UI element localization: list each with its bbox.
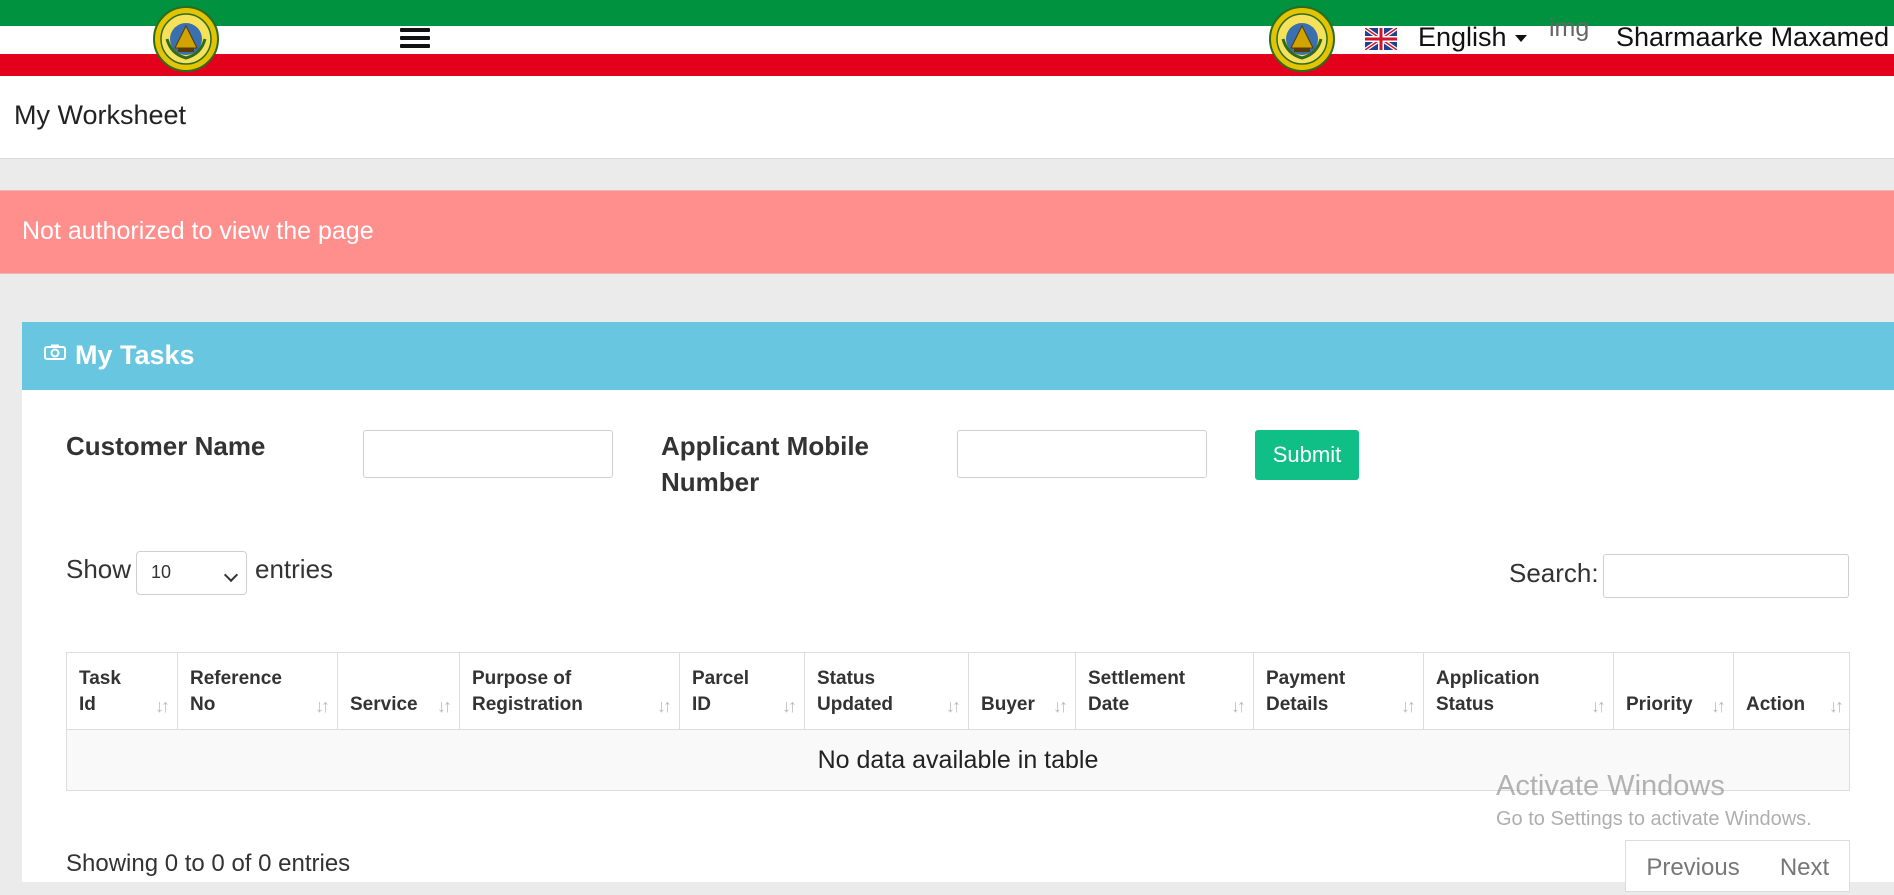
chevron-down-icon: [223, 567, 239, 583]
column-header-label: Parcel ID: [692, 666, 749, 718]
search-label: Search:: [1509, 558, 1599, 588]
page-title: My Worksheet: [14, 100, 187, 130]
panel-title: My Tasks: [75, 340, 195, 370]
table-header-row: Task Id ↓↑ Reference No ↓↑ Service ↓↑ Purpose of…: [67, 653, 1849, 730]
sort-icon[interactable]: ↓↑: [1401, 696, 1416, 717]
flag-stripe-green: [0, 0, 1894, 26]
table-info: Showing 0 to 0 of 0 entries: [66, 850, 351, 877]
column-header-task-id[interactable]: Task Id ↓↑: [67, 653, 178, 729]
sort-icon[interactable]: ↓↑: [1591, 696, 1606, 717]
column-header-label: Buyer: [981, 666, 1035, 718]
emblem-icon[interactable]: [153, 6, 219, 72]
sort-icon[interactable]: ↓↑: [155, 696, 170, 717]
column-header-label-line1: Parcel: [692, 668, 750, 689]
column-header-label-line2: Service: [350, 694, 418, 715]
column-header-label: Application Status: [1436, 666, 1539, 718]
uk-flag-icon[interactable]: [1365, 28, 1397, 50]
chevron-down-icon: [1514, 35, 1527, 43]
column-header-label: Reference No: [190, 666, 282, 718]
column-header-label: Payment Details: [1266, 666, 1345, 718]
customer-name-input[interactable]: [363, 430, 613, 478]
column-header-label: Status Updated: [817, 666, 893, 718]
column-header-label: Purpose of Registration: [472, 666, 583, 718]
applicant-mobile-input[interactable]: [957, 430, 1207, 478]
sort-icon[interactable]: ↓↑: [1829, 696, 1844, 717]
column-header-priority[interactable]: Priority ↓↑: [1614, 653, 1734, 729]
column-header-label-line2: Date: [1088, 694, 1130, 715]
column-header-label: Settlement Date: [1088, 666, 1185, 718]
activate-windows-title: Activate Windows: [1496, 770, 1725, 802]
column-header-label-line2: No: [190, 694, 216, 715]
submit-button[interactable]: Submit: [1255, 430, 1359, 480]
column-header-label-line1: Payment: [1266, 668, 1346, 689]
column-header-settlement-date[interactable]: Settlement Date ↓↑: [1076, 653, 1254, 729]
column-header-label: Action: [1746, 666, 1805, 718]
entries-label: entries: [255, 554, 334, 584]
sort-icon[interactable]: ↓↑: [1053, 696, 1068, 717]
column-header-label-line1: Task: [79, 668, 121, 689]
column-header-label-line1: Purpose of: [472, 668, 572, 689]
applicant-mobile-label: Applicant Mobile Number: [661, 428, 869, 500]
column-header-service[interactable]: Service ↓↑: [338, 653, 460, 729]
column-header-label-line1: Status: [817, 668, 876, 689]
column-header-action[interactable]: Action ↓↑: [1734, 653, 1851, 729]
column-header-buyer[interactable]: Buyer ↓↑: [969, 653, 1076, 729]
column-header-label-line2: ID: [692, 694, 711, 715]
hamburger-menu-icon[interactable]: [400, 28, 430, 50]
column-header-label-line2: Priority: [1626, 694, 1693, 715]
show-label: Show: [66, 554, 132, 584]
column-header-label: Task Id: [79, 666, 121, 718]
column-header-label-line2: Buyer: [981, 694, 1035, 715]
sort-icon[interactable]: ↓↑: [437, 696, 452, 717]
column-header-reference-no[interactable]: Reference No ↓↑: [178, 653, 338, 729]
user-menu-dropdown[interactable]: Sharmaarke Maxamed: [1616, 22, 1894, 53]
column-header-label: Priority: [1626, 666, 1693, 718]
top-navbar: English img Sharmaarke Maxamed: [0, 0, 1894, 76]
applicant-mobile-label-line2: Number: [661, 467, 760, 497]
page-size-select[interactable]: 10: [136, 551, 247, 595]
column-header-label-line2: Details: [1266, 694, 1329, 715]
column-header-label-line2: Id: [79, 694, 96, 715]
sort-icon[interactable]: ↓↑: [1231, 696, 1246, 717]
column-header-label-line1: Application: [1436, 668, 1540, 689]
username-label: Sharmaarke Maxamed: [1616, 22, 1890, 52]
camera-icon: [44, 344, 66, 360]
alert-message: Not authorized to view the page: [22, 217, 374, 245]
search-input[interactable]: [1603, 554, 1849, 598]
column-header-application-status[interactable]: Application Status ↓↑: [1424, 653, 1614, 729]
flag-stripe-white: [0, 26, 1894, 54]
activate-windows-subtitle: Go to Settings to activate Windows.: [1496, 808, 1812, 830]
page-header: My Worksheet: [0, 76, 1894, 159]
sort-icon[interactable]: ↓↑: [315, 696, 330, 717]
page-size-value: 10: [151, 562, 172, 582]
panel-header: My Tasks: [22, 322, 1894, 390]
broken-image-placeholder: img: [1549, 14, 1590, 42]
sort-icon[interactable]: ↓↑: [657, 696, 672, 717]
next-page-button[interactable]: Next: [1760, 840, 1850, 892]
column-header-payment-details[interactable]: Payment Details ↓↑: [1254, 653, 1424, 729]
previous-page-button[interactable]: Previous: [1625, 840, 1761, 892]
column-header-label-line2: Status: [1436, 694, 1495, 715]
column-header-label-line2: Action: [1746, 694, 1806, 715]
column-header-label-line1: Reference: [190, 668, 282, 689]
customer-name-label: Customer Name: [66, 431, 266, 461]
column-header-parcel-id[interactable]: Parcel ID ↓↑: [680, 653, 805, 729]
sort-icon[interactable]: ↓↑: [946, 696, 961, 717]
sort-icon[interactable]: ↓↑: [1711, 696, 1726, 717]
language-label: English: [1418, 22, 1507, 52]
column-header-status-updated[interactable]: Status Updated ↓↑: [805, 653, 969, 729]
column-header-label-line2: Registration: [472, 694, 583, 715]
language-dropdown[interactable]: English: [1418, 22, 1527, 53]
column-header-purpose-of-registration[interactable]: Purpose of Registration ↓↑: [460, 653, 680, 729]
error-alert: Not authorized to view the page: [0, 190, 1894, 274]
column-header-label-line2: Updated: [817, 694, 893, 715]
column-header-label: Service: [350, 666, 418, 718]
applicant-mobile-label-line1: Applicant Mobile: [661, 431, 869, 461]
sort-icon[interactable]: ↓↑: [782, 696, 797, 717]
emblem-icon: [1269, 6, 1335, 72]
column-header-label-line1: Settlement: [1088, 668, 1186, 689]
flag-stripe-red: [0, 54, 1894, 76]
